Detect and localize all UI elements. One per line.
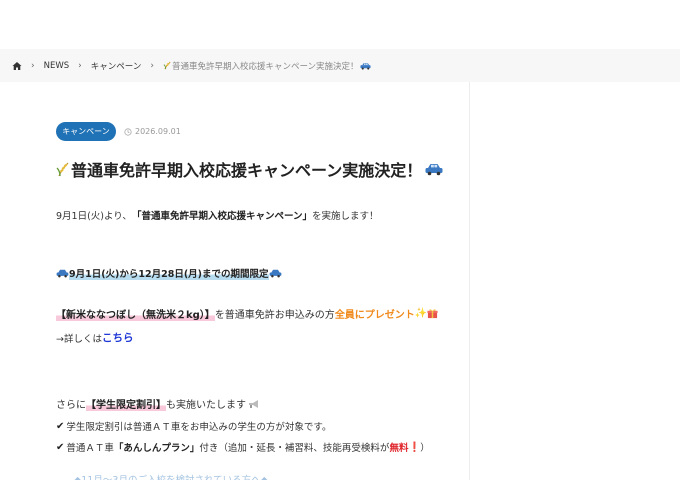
gift-paragraph: 【新米ななつぼし（無洗米２kg）】 を普通車免許お申込みの方 全員にプレゼント …: [56, 306, 438, 321]
bullet-anshin-before: 普通ＡＴ車: [66, 443, 114, 454]
student-discount: 【学生限定割引】: [86, 396, 166, 411]
intro-text-after: を実施します！: [311, 211, 379, 222]
gift-icon: [427, 309, 438, 319]
post-title: 普通車免許早期入校応援キャンペーン実施決定！: [56, 157, 443, 181]
student-paragraph: さらに 【学生限定割引】 も実施いたします: [56, 396, 260, 411]
article: キャンペーン 2026.09.01 普通車免許早期入校応援キャンペーン実施決定！…: [0, 82, 470, 480]
exclamation-icon: ❗: [408, 441, 421, 453]
post-date: 2026.09.01: [124, 127, 181, 136]
breadcrumb-current-label: 普通車免許早期入校応援キャンペーン実施決定！: [171, 61, 359, 72]
post-title-text: 普通車免許早期入校応援キャンペーン実施決定！: [71, 161, 423, 180]
bullet-student-target-text: 学生限定割引は普通ＡＴ車をお申込みの学生の方が対象です。: [66, 422, 332, 433]
campaign-period: 9月1日(火)から12月28日(月)までの期間限定: [69, 266, 269, 280]
breadcrumb-item-campaign[interactable]: キャンペーン: [91, 60, 142, 72]
sidebar: [471, 82, 680, 480]
category-badge[interactable]: キャンペーン: [56, 122, 116, 141]
check-icon: ✔: [56, 441, 65, 453]
breadcrumb-home[interactable]: [12, 61, 22, 71]
partial-notice-line: ◆11月～3月のご入校を検討されている方へ◆: [74, 472, 268, 480]
car-icon: [359, 62, 371, 70]
details-prefix: →詳しくは: [56, 333, 102, 345]
bullet-student-target: ✔ 学生限定割引は普通ＡＴ車をお申込みの学生の方が対象です。: [56, 419, 332, 434]
breadcrumb-item-news[interactable]: NEWS: [44, 61, 70, 71]
breadcrumb-current: 普通車免許早期入校応援キャンペーン実施決定！: [163, 60, 371, 72]
intro-campaign-name: 「普通車免許早期入校応援キャンペーン」: [131, 211, 312, 222]
bullet-anshin-after: ）: [420, 443, 430, 454]
gift-text: を普通車免許お申込みの方: [214, 310, 335, 321]
gift-item: 【新米ななつぼし（無洗米２kg）】: [56, 306, 215, 321]
intro-text-before: 9月1日(火)より、: [56, 211, 132, 222]
car-icon: [56, 269, 69, 278]
intro-paragraph: 9月1日(火)より、 「普通車免許早期入校応援キャンペーン」 を実施します！: [56, 208, 378, 222]
details-paragraph: →詳しくは こちら: [56, 330, 133, 345]
rice-ear-icon: [56, 162, 69, 177]
car-icon: [269, 269, 281, 278]
period-paragraph: 9月1日(火)から12月28日(月)までの期間限定: [56, 266, 282, 280]
clock-icon: [124, 127, 132, 136]
details-link[interactable]: こちら: [102, 330, 134, 345]
breadcrumb: › NEWS › キャンペーン › 普通車免許早期入校応援キャンペーン実施決定！: [0, 49, 680, 82]
sparkles-icon: ✨: [414, 308, 428, 319]
check-icon: ✔: [56, 420, 65, 432]
bullet-anshin-plan: ✔ 普通ＡＴ車 「あんしんプラン」 付き（追加・延長・補習料、技能再受検料が 無…: [56, 440, 430, 455]
home-icon: [12, 61, 22, 70]
post-meta: キャンペーン 2026.09.01: [56, 122, 181, 141]
chevron-right-icon: ›: [31, 60, 35, 71]
car-icon: [425, 163, 443, 175]
bullet-anshin-free: 無料: [389, 443, 409, 454]
bullet-anshin-middle: 付き（追加・延長・補習料、技能再受検料が: [199, 443, 390, 454]
megaphone-icon: [249, 399, 258, 408]
post-date-text: 2026.09.01: [135, 127, 181, 136]
student-text-before: さらに: [56, 400, 86, 411]
chevron-right-icon: ›: [150, 60, 154, 71]
bullet-anshin-plan-name: 「あんしんプラン」: [113, 443, 200, 454]
student-text-after: も実施いたします: [166, 400, 246, 411]
chevron-right-icon: ›: [78, 60, 82, 71]
gift-highlight: 全員にプレゼント: [334, 310, 415, 321]
rice-ear-icon: [163, 61, 171, 70]
